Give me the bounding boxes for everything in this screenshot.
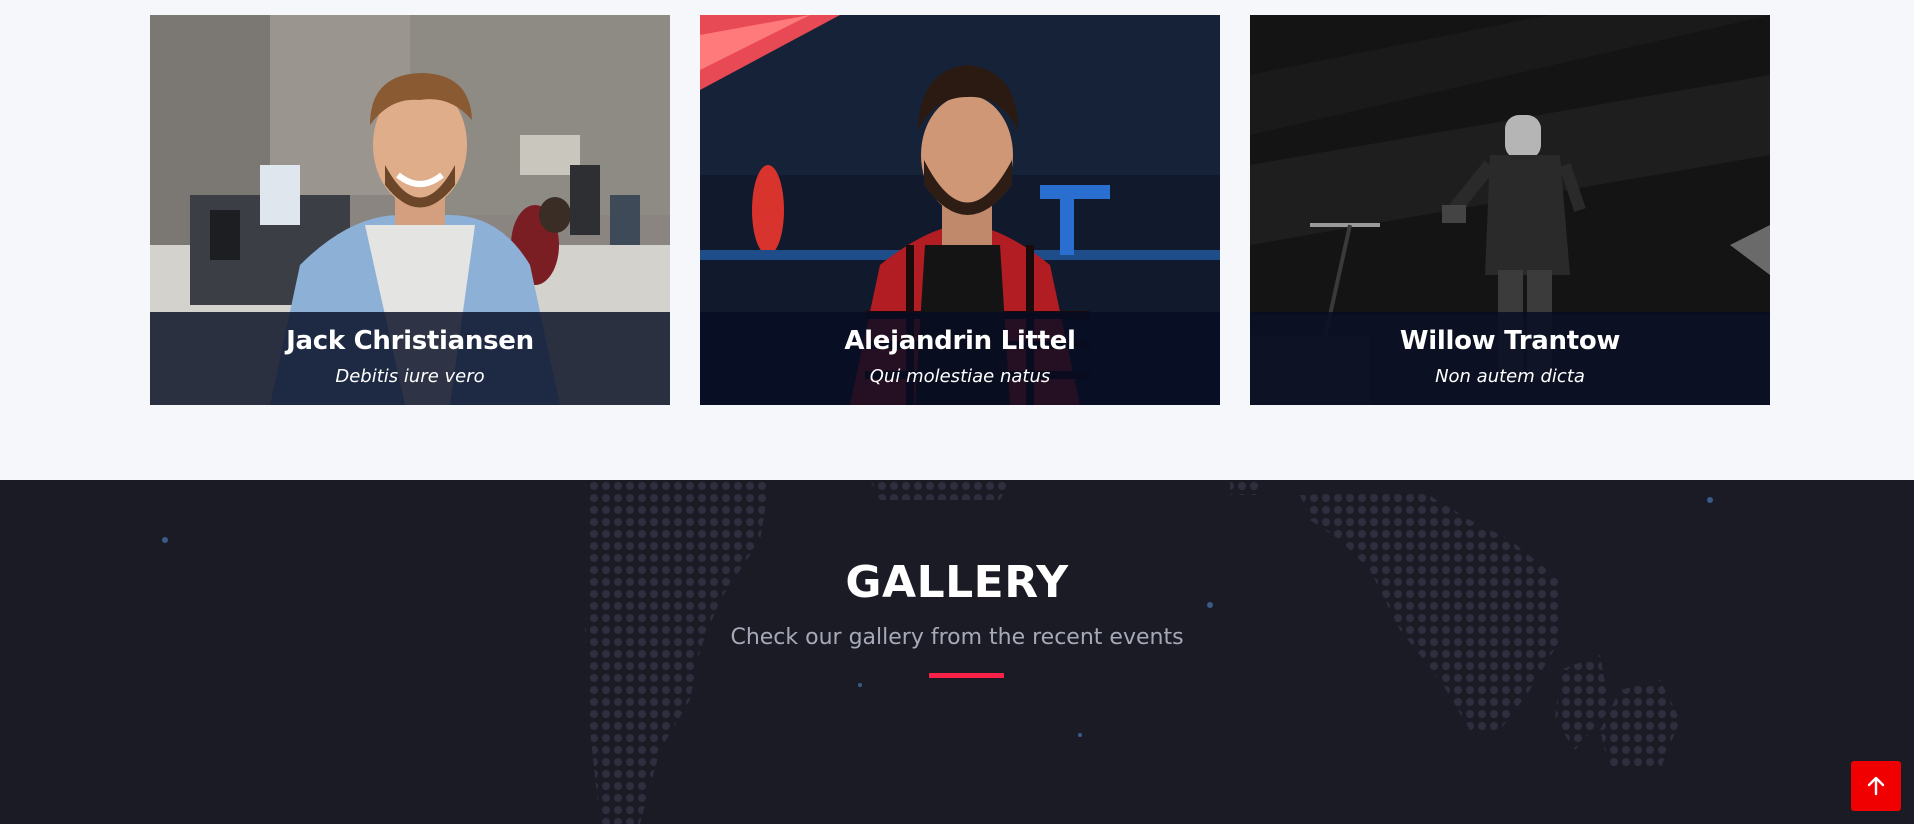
speaker-card[interactable]: Jack Christiansen Debitis iure vero [150,15,670,405]
speakers-section: Jack Christiansen Debitis iure vero Alej… [0,0,1914,480]
gallery-section: GALLERY Check our gallery from the recen… [0,480,1914,824]
speaker-info-overlay: Willow Trantow Non autem dicta [1250,312,1770,405]
speaker-role: Debitis iure vero [335,366,485,387]
world-map-background [162,480,1713,824]
section-divider [929,673,1004,678]
speaker-name[interactable]: Jack Christiansen [150,326,670,356]
speaker-name[interactable]: Willow Trantow [1250,326,1770,356]
speaker-info-overlay: Jack Christiansen Debitis iure vero [150,312,670,405]
gallery-title: GALLERY [845,557,1069,608]
speaker-info-overlay: Alejandrin Littel Qui molestiae natus [700,312,1220,405]
arrow-up-icon [1867,776,1885,796]
speaker-name[interactable]: Alejandrin Littel [700,326,1220,356]
speaker-card[interactable]: Alejandrin Littel Qui molestiae natus [700,15,1220,405]
page: Jack Christiansen Debitis iure vero Alej… [0,0,1914,824]
speaker-grid: Jack Christiansen Debitis iure vero Alej… [150,15,1770,405]
speaker-card[interactable]: Willow Trantow Non autem dicta [1250,15,1770,405]
speaker-role: Qui molestiae natus [869,366,1051,387]
speaker-role: Non autem dicta [1435,366,1585,387]
back-to-top-button[interactable] [1851,761,1901,811]
gallery-subtitle: Check our gallery from the recent events [730,625,1184,650]
